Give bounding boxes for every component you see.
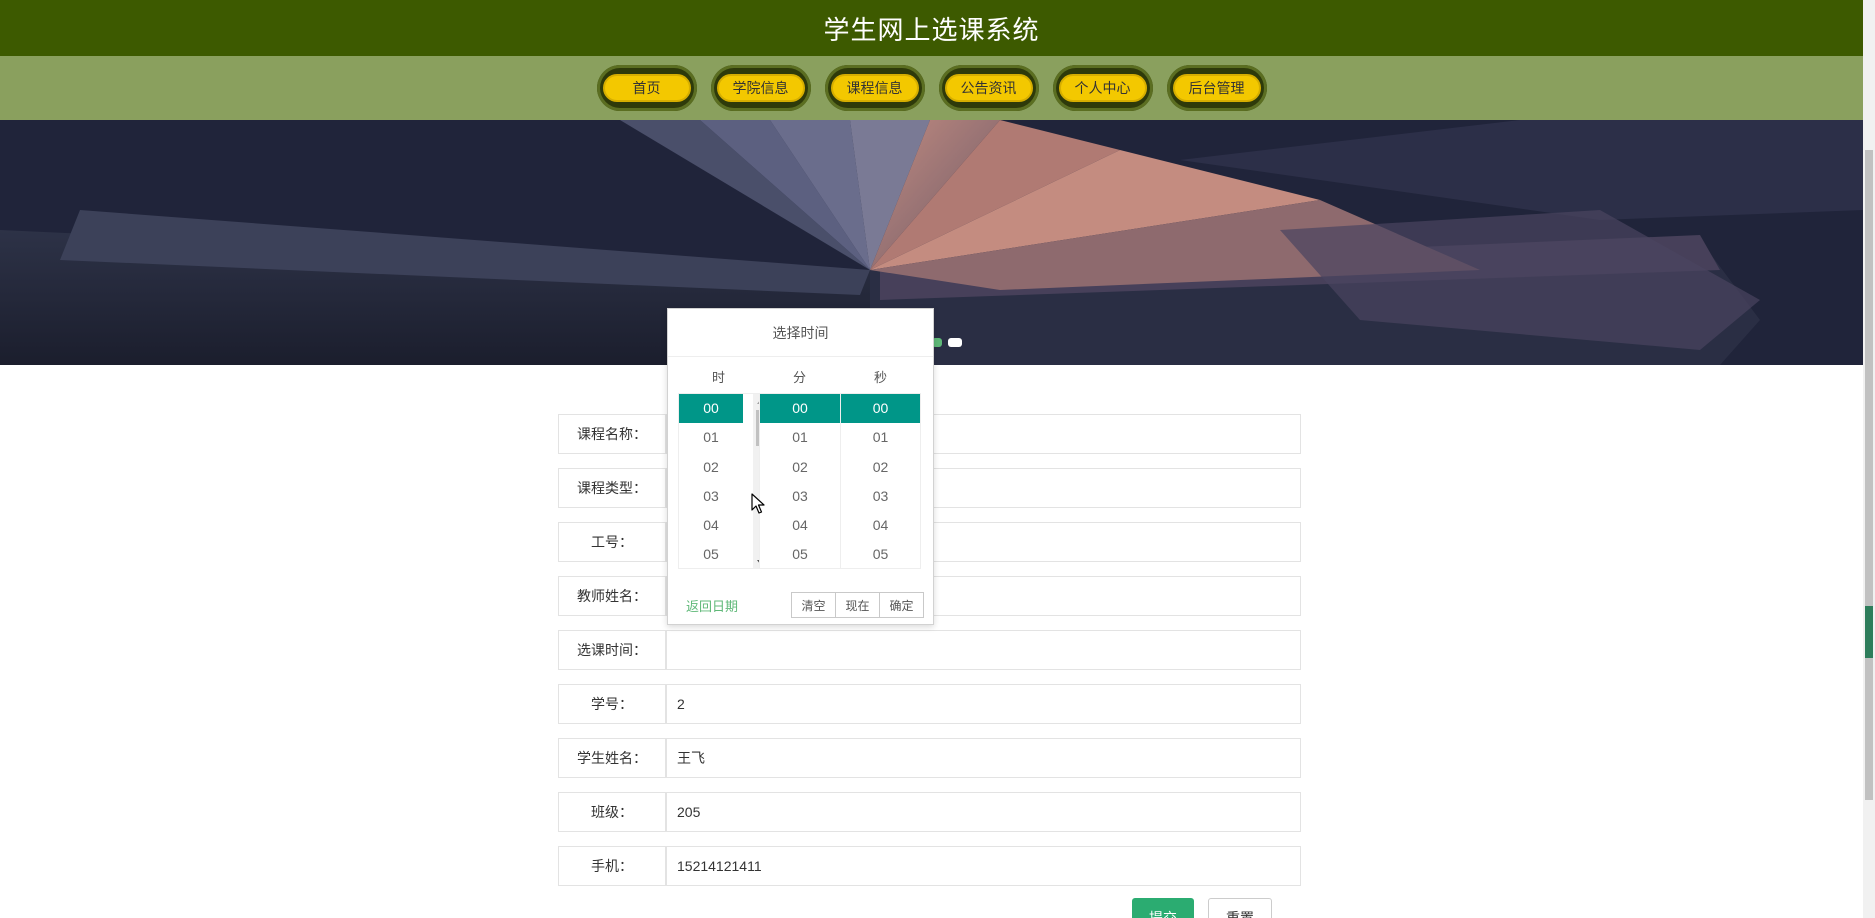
minute-option[interactable]: 04	[760, 511, 840, 540]
second-list[interactable]: 00 01 02 03 04 05	[840, 393, 921, 569]
submit-button[interactable]: 提交	[1132, 898, 1194, 918]
page-scrollbar[interactable]	[1863, 0, 1875, 918]
minute-list[interactable]: 00 01 02 03 04 05	[759, 393, 840, 569]
field-label: 学号：	[558, 684, 666, 724]
nav-item-label: 学院信息	[716, 74, 805, 102]
nav-item-label: 公告资讯	[944, 74, 1033, 102]
page-scroll-thumb[interactable]	[1865, 150, 1873, 800]
minute-option[interactable]: 03	[760, 482, 840, 511]
page-scroll-indicator	[1865, 606, 1873, 658]
now-button[interactable]: 现在	[835, 592, 880, 618]
hour-option[interactable]: 05	[679, 540, 743, 568]
field-label: 工号：	[558, 522, 666, 562]
field-label: 选课时间：	[558, 630, 666, 670]
selection-time-input[interactable]	[666, 630, 1301, 670]
time-picker-actions: 清空 现在 确定	[791, 592, 924, 618]
form-row-selection-time: 选课时间：	[558, 630, 1301, 670]
nav-item-label: 个人中心	[1058, 74, 1147, 102]
field-label: 课程类型：	[558, 468, 666, 508]
class-input[interactable]: 205	[666, 792, 1301, 832]
nav-item-label: 首页	[602, 74, 691, 102]
reset-button[interactable]: 重置	[1208, 898, 1272, 918]
second-option[interactable]: 04	[841, 511, 920, 540]
minute-option[interactable]: 02	[760, 453, 840, 482]
minute-option[interactable]: 01	[760, 423, 840, 452]
minute-option[interactable]: 05	[760, 540, 840, 568]
field-label: 课程名称：	[558, 414, 666, 454]
minute-option-selected[interactable]: 00	[760, 394, 840, 424]
time-picker-popup: 选择时间 时 分 秒 00 01 02 03 04 05 00 01 02 03…	[667, 308, 934, 625]
form-row-student-name: 学生姓名： 王飞	[558, 738, 1301, 778]
nav-item-course-info[interactable]: 课程信息	[824, 65, 925, 111]
nav-item-personal-center[interactable]: 个人中心	[1052, 65, 1153, 111]
phone-input[interactable]: 15214121411	[666, 846, 1301, 886]
carousel-dot-active[interactable]	[948, 338, 962, 347]
nav-item-college-info[interactable]: 学院信息	[710, 65, 811, 111]
nav-item-label: 后台管理	[1172, 74, 1261, 102]
field-label: 教师姓名：	[558, 576, 666, 616]
nav-item-announcements[interactable]: 公告资讯	[938, 65, 1039, 111]
divider	[668, 356, 933, 357]
hour-option[interactable]: 04	[679, 511, 743, 540]
second-option-selected[interactable]: 00	[841, 394, 920, 424]
minute-column-header: 分	[792, 371, 806, 386]
clear-button[interactable]: 清空	[791, 592, 836, 618]
student-id-input[interactable]: 2	[666, 684, 1301, 724]
form-row-student-id: 学号： 2	[558, 684, 1301, 724]
second-option[interactable]: 03	[841, 482, 920, 511]
nav-item-admin[interactable]: 后台管理	[1166, 65, 1267, 111]
site-title: 学生网上选课系统	[823, 15, 1040, 46]
hour-option[interactable]: 01	[679, 423, 743, 452]
field-label: 班级：	[558, 792, 666, 832]
nav-item-home[interactable]: 首页	[596, 65, 697, 111]
form-row-phone: 手机： 15214121411	[558, 846, 1301, 886]
hour-option[interactable]: 02	[679, 453, 743, 482]
back-to-date-link[interactable]: 返回日期	[686, 596, 738, 615]
time-picker-title: 选择时间	[772, 326, 829, 342]
hour-list[interactable]: 00 01 02 03 04 05	[678, 393, 759, 569]
field-label: 手机：	[558, 846, 666, 886]
main-nav: 首页 学院信息 课程信息 公告资讯 个人中心 后台管理	[0, 56, 1863, 120]
hour-column-header: 时	[711, 371, 725, 386]
field-label: 学生姓名：	[558, 738, 666, 778]
mouse-cursor-icon	[751, 493, 765, 514]
site-title-bar: 学生网上选课系统	[0, 0, 1863, 56]
student-name-input[interactable]: 王飞	[666, 738, 1301, 778]
form-row-class: 班级： 205	[558, 792, 1301, 832]
second-option[interactable]: 05	[841, 540, 920, 568]
hour-option-selected[interactable]: 00	[679, 394, 743, 424]
second-column-header: 秒	[873, 371, 887, 386]
second-option[interactable]: 01	[841, 423, 920, 452]
confirm-button[interactable]: 确定	[879, 592, 924, 618]
nav-item-label: 课程信息	[830, 74, 919, 102]
second-option[interactable]: 02	[841, 453, 920, 482]
hour-option[interactable]: 03	[679, 482, 743, 511]
